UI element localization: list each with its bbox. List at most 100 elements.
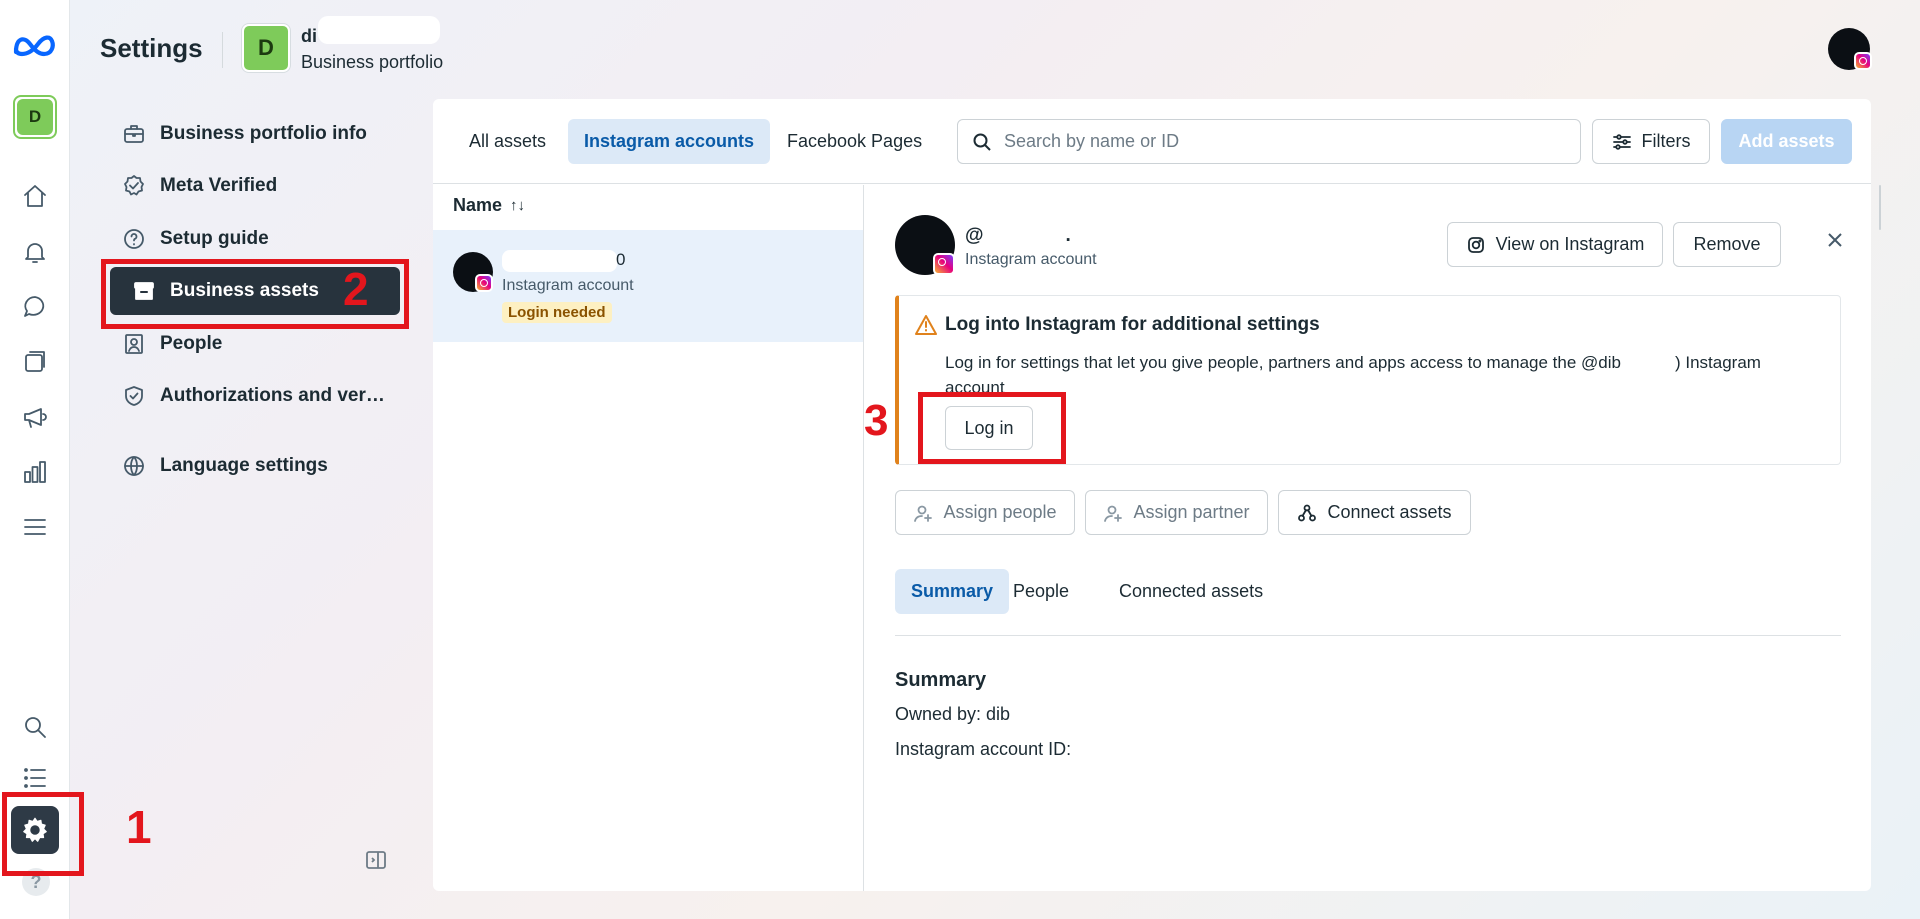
portfolio-avatar[interactable]: D	[242, 24, 290, 72]
filters-label: Filters	[1641, 131, 1691, 151]
assign-partner-label: Assign partner	[1133, 502, 1250, 522]
sidebar-item-label: Meta Verified	[160, 175, 278, 196]
page-title: Settings	[100, 33, 203, 63]
list-header-label: Name	[453, 195, 503, 215]
summary-title: Summary	[895, 669, 987, 691]
menu-icon[interactable]	[18, 510, 52, 544]
tab-connected-assets[interactable]: Connected assets	[1103, 569, 1279, 614]
account-name: 0	[616, 250, 626, 269]
tab-people[interactable]: People	[997, 569, 1085, 614]
instagram-icon	[1467, 236, 1484, 253]
view-on-instagram-button[interactable]: View on Instagram	[1447, 222, 1663, 267]
tabs-divider	[895, 635, 1841, 636]
list-icon[interactable]	[18, 761, 52, 795]
assign-partner-button[interactable]: Assign partner	[1085, 490, 1268, 535]
login-notice-banner: Log into Instagram for additional settin…	[895, 295, 1841, 465]
notifications-bell-icon[interactable]	[18, 235, 52, 269]
handle-prefix: @	[965, 225, 984, 246]
search-icon[interactable]	[18, 710, 52, 744]
tab-summary[interactable]: Summary	[895, 569, 1010, 614]
sidebar-item-people[interactable]: People	[100, 320, 410, 368]
sidebar-item-meta-verified[interactable]: Meta Verified	[100, 162, 410, 210]
instagram-badge-icon	[933, 253, 955, 275]
filters-button[interactable]: Filters	[1592, 119, 1710, 164]
login-needed-badge: Login needed	[502, 302, 612, 323]
messages-icon[interactable]	[18, 290, 52, 324]
annotation-label-1: 1	[126, 801, 152, 853]
gear-icon	[23, 817, 47, 842]
profile-avatar[interactable]	[1828, 28, 1872, 70]
remove-button[interactable]: Remove	[1673, 222, 1781, 267]
log-in-button[interactable]: Log in	[945, 406, 1033, 450]
list-header-name[interactable]: Name ↑↓	[453, 195, 525, 216]
sidebar-item-business-portfolio-info[interactable]: Business portfolio info	[100, 110, 410, 158]
header-divider	[222, 32, 223, 68]
annotation-label-2: 2	[343, 263, 369, 315]
meta-logo-icon[interactable]	[12, 28, 58, 62]
close-icon[interactable]	[1825, 230, 1849, 254]
instagram-account-id-text: Instagram account ID:	[895, 739, 1072, 759]
sliders-icon	[1612, 133, 1631, 150]
home-icon[interactable]	[18, 179, 52, 213]
add-assets-button[interactable]: Add assets	[1721, 119, 1852, 164]
left-nav-rail: D ?	[0, 0, 70, 919]
portfolio-name[interactable]: di	[301, 26, 317, 47]
sidebar-item-setup-guide[interactable]: Setup guide	[100, 215, 410, 263]
sidebar-item-language-settings[interactable]: Language settings	[100, 442, 410, 490]
add-person-icon	[914, 505, 933, 522]
collapse-sidebar-icon[interactable]	[364, 848, 388, 872]
instagram-badge-icon	[475, 274, 493, 292]
warning-icon	[915, 314, 937, 336]
pages-icon[interactable]	[18, 345, 52, 379]
account-type: Instagram account	[965, 251, 1097, 268]
account-type: Instagram account	[502, 277, 634, 294]
portfolio-switcher[interactable]: D	[13, 95, 57, 139]
portfolio-subtitle: Business portfolio	[301, 52, 444, 72]
ads-megaphone-icon[interactable]	[18, 400, 52, 434]
briefcase-icon	[124, 125, 144, 143]
connect-assets-button[interactable]: Connect assets	[1278, 490, 1471, 535]
redaction-mask	[318, 16, 440, 44]
asset-detail-pane: @. Instagram account View on Instagram R…	[865, 185, 1881, 891]
connect-assets-label: Connect assets	[1327, 502, 1452, 522]
help-icon[interactable]: ?	[22, 868, 50, 896]
asset-list: Name ↑↓ 0 Instagram account Login needed	[433, 185, 864, 891]
verified-badge-icon	[124, 175, 144, 196]
view-on-instagram-label: View on Instagram	[1495, 234, 1645, 254]
settings-button[interactable]	[11, 806, 59, 854]
owned-by-text: Owned by: dib	[895, 704, 1011, 724]
tab-all-assets[interactable]: All assets	[453, 119, 562, 164]
assign-people-button[interactable]: Assign people	[895, 490, 1075, 535]
question-circle-icon	[124, 229, 144, 249]
sidebar-item-label: Business assets	[170, 280, 319, 301]
sidebar-item-label: Setup guide	[160, 228, 269, 249]
tab-instagram-accounts[interactable]: Instagram accounts	[568, 119, 771, 164]
sidebar-item-label: People	[160, 333, 223, 354]
instagram-badge-icon	[1854, 52, 1872, 70]
sort-icon[interactable]: ↑↓	[510, 197, 525, 214]
insights-chart-icon[interactable]	[18, 455, 52, 489]
globe-icon	[124, 456, 144, 476]
archive-box-icon	[134, 282, 154, 300]
sidebar-item-authorizations[interactable]: Authorizations and ver…	[100, 372, 410, 420]
notice-title: Log into Instagram for additional settin…	[945, 314, 1320, 335]
search-box[interactable]	[957, 119, 1581, 164]
asset-tabs-bar: All assets Instagram accounts Facebook P…	[433, 99, 1871, 184]
add-partner-icon	[1104, 505, 1123, 522]
annotation-label-3: 3	[864, 396, 889, 445]
assets-panel: All assets Instagram accounts Facebook P…	[433, 99, 1881, 891]
sidebar-item-label: Business portfolio info	[160, 123, 367, 144]
shield-check-icon	[125, 386, 143, 406]
notice-body-part1: Log in for settings that let you give pe…	[945, 353, 1621, 372]
notice-body: Log in for settings that let you give pe…	[945, 350, 1805, 400]
portfolio-initial: D	[17, 99, 53, 135]
sidebar-item-label: Authorizations and ver…	[160, 385, 385, 406]
sidebar-item-label: Language settings	[160, 455, 328, 476]
connect-nodes-icon	[1298, 504, 1317, 521]
account-handle: @.	[965, 225, 1071, 247]
assign-people-label: Assign people	[943, 502, 1057, 522]
account-avatar	[453, 252, 493, 292]
list-item[interactable]: 0 Instagram account Login needed	[433, 230, 863, 342]
tab-facebook-pages[interactable]: Facebook Pages	[771, 119, 938, 164]
search-input[interactable]	[1004, 131, 1564, 152]
